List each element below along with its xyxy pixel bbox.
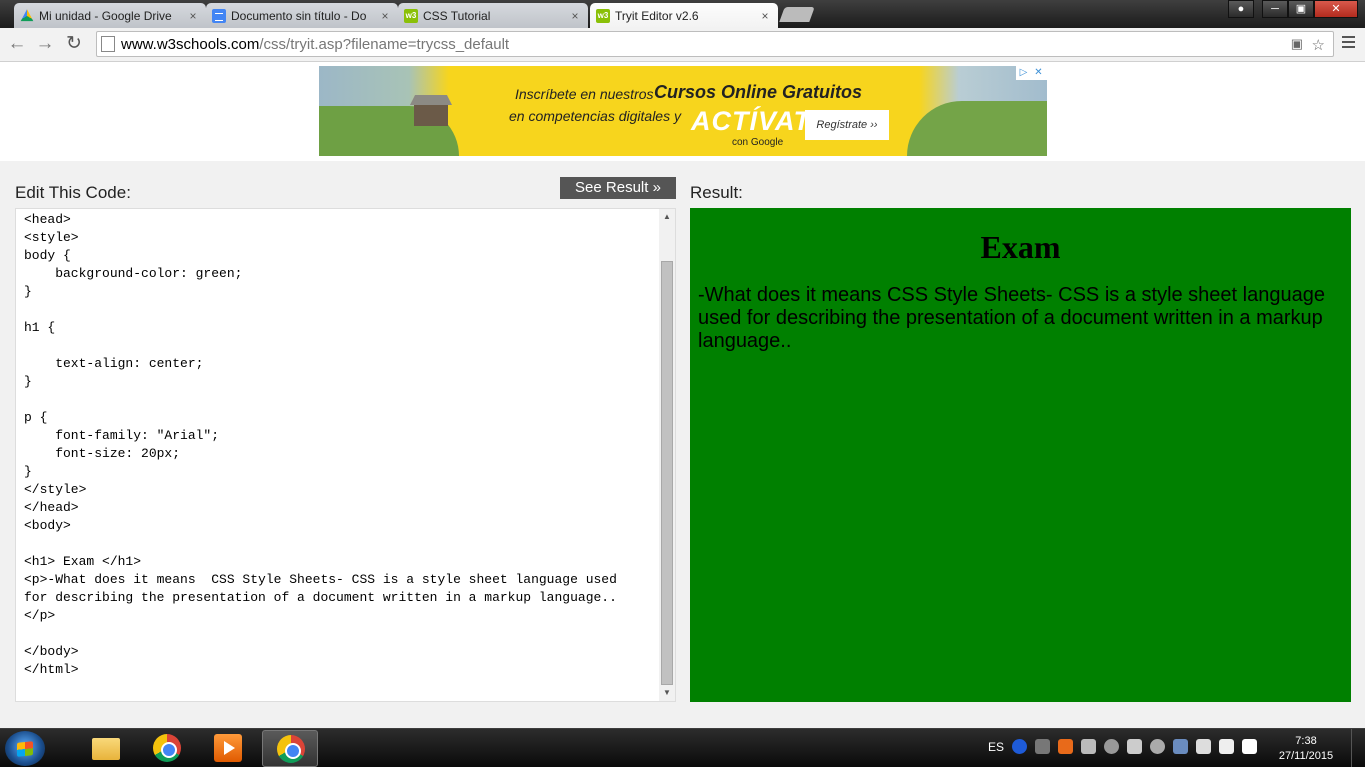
folder-icon xyxy=(92,738,120,760)
url-host: www.w3schools.com xyxy=(121,35,260,53)
app-tray-icon[interactable] xyxy=(1058,739,1074,754)
ad-banner[interactable]: Inscríbete en nuestros Cursos Online Gra… xyxy=(319,66,1047,156)
google-drive-icon xyxy=(20,9,34,22)
ad-close-icon[interactable]: ✕ xyxy=(1031,66,1046,80)
maximize-button[interactable]: ▣ xyxy=(1288,0,1314,18)
w3schools-icon: w3 xyxy=(404,8,418,23)
reload-icon[interactable]: ↻ xyxy=(62,33,86,57)
app-tray-icon-2[interactable] xyxy=(1127,739,1143,754)
ad-landscape-right xyxy=(907,101,1047,156)
show-desktop-button[interactable] xyxy=(1351,729,1365,767)
chrome-icon xyxy=(277,735,305,763)
windows-taskbar: ES 7:38 27/11/2015 xyxy=(0,728,1365,767)
edit-code-label: Edit This Code: xyxy=(15,183,131,202)
url-path: /css/tryit.asp?filename=trycss_default xyxy=(259,35,510,53)
media-player-icon xyxy=(214,734,242,762)
tab-google-docs[interactable]: Documento sin título - Do × xyxy=(206,3,398,28)
user-icon[interactable]: ● xyxy=(1228,0,1254,18)
volume-icon[interactable] xyxy=(1219,739,1235,754)
browser-tab-strip: Mi unidad - Google Drive × Documento sin… xyxy=(0,0,1365,29)
scroll-up-icon[interactable]: ▲ xyxy=(659,209,675,225)
address-bar[interactable]: www.w3schools.com/css/tryit.asp?filename… xyxy=(96,31,1334,57)
action-center-flag-icon[interactable] xyxy=(1242,739,1258,754)
clock-date: 27/11/2015 xyxy=(1278,750,1334,762)
system-tray: ES xyxy=(988,739,1258,754)
show-hidden-icons[interactable] xyxy=(1035,739,1051,754)
editor-scrollbar[interactable]: ▲ ▼ xyxy=(659,209,675,701)
devices-icon[interactable] xyxy=(1173,739,1189,754)
browser-toolbar: ← → ↻ www.w3schools.com/css/tryit.asp?fi… xyxy=(0,28,1365,62)
scrollbar-thumb[interactable] xyxy=(661,261,673,685)
back-icon[interactable]: ← xyxy=(5,33,29,57)
taskbar-explorer[interactable] xyxy=(78,730,134,767)
close-icon[interactable]: × xyxy=(378,9,392,23)
code-editor[interactable]: <head> <style> body { background-color: … xyxy=(15,208,676,702)
network-icon[interactable] xyxy=(1104,739,1120,754)
ad-register-button[interactable]: Regístrate ›› xyxy=(805,110,889,140)
bookmark-star-icon[interactable]: ☆ xyxy=(1312,36,1325,54)
taskbar-media-player[interactable] xyxy=(200,730,256,767)
close-window-button[interactable]: ✕ xyxy=(1314,0,1358,18)
ad-brand: con Google xyxy=(732,137,784,148)
result-paragraph: -What does it means CSS Style Sheets- CS… xyxy=(698,284,1325,352)
page-icon xyxy=(101,36,115,52)
code-textarea[interactable]: <head> <style> body { background-color: … xyxy=(24,211,664,699)
close-icon[interactable]: × xyxy=(758,9,772,23)
tab-tryit-editor[interactable]: w3 Tryit Editor v2.6 × xyxy=(590,3,778,29)
taskbar-clock[interactable]: 7:38 27/11/2015 xyxy=(1278,734,1334,764)
tab-title: Tryit Editor v2.6 xyxy=(615,9,699,23)
taskbar-chrome-pinned[interactable] xyxy=(139,730,195,767)
ad-text-highlight: Cursos Online Gratuitos xyxy=(654,82,863,102)
tab-title: CSS Tutorial xyxy=(423,8,491,23)
ad-text-line1: Inscríbete en nuestros xyxy=(515,86,654,102)
tab-title: Mi unidad - Google Drive xyxy=(39,8,172,23)
translate-icon[interactable]: ▣ xyxy=(1291,36,1303,52)
tab-title: Documento sin título - Do xyxy=(231,8,367,23)
see-result-button[interactable]: See Result » xyxy=(560,177,676,199)
language-indicator[interactable]: ES xyxy=(988,740,1004,754)
ad-text-line2: en competencias digitales y xyxy=(509,108,681,124)
chrome-icon xyxy=(153,734,181,762)
start-button[interactable] xyxy=(5,731,45,766)
close-icon[interactable]: × xyxy=(568,9,582,23)
ad-area: Inscríbete en nuestros Cursos Online Gra… xyxy=(0,62,1365,161)
clock-time: 7:38 xyxy=(1295,735,1317,747)
result-label: Result: xyxy=(690,183,743,202)
help-icon[interactable] xyxy=(1012,739,1028,754)
display-icon[interactable] xyxy=(1196,739,1212,754)
new-tab-button[interactable] xyxy=(779,7,815,22)
app-tray-icon-3[interactable] xyxy=(1150,739,1166,754)
menu-icon[interactable] xyxy=(1342,36,1355,48)
page-content: Inscríbete en nuestros Cursos Online Gra… xyxy=(0,62,1365,728)
result-frame: Exam -What does it means CSS Style Sheet… xyxy=(690,208,1351,702)
ad-choices[interactable]: ▷ ✕ xyxy=(1016,66,1047,80)
minimize-button[interactable]: ─ xyxy=(1262,0,1288,18)
scroll-down-icon[interactable]: ▼ xyxy=(659,685,675,701)
speaker-icon[interactable] xyxy=(1081,739,1097,754)
result-heading: Exam xyxy=(980,229,1061,265)
ad-choices-icon[interactable]: ▷ xyxy=(1016,66,1031,80)
close-icon[interactable]: × xyxy=(186,9,200,23)
tab-css-tutorial[interactable]: w3 CSS Tutorial × xyxy=(398,3,588,28)
ad-cabin xyxy=(414,104,448,126)
google-docs-icon xyxy=(212,8,226,23)
taskbar-chrome-active[interactable] xyxy=(262,730,318,767)
forward-icon[interactable]: → xyxy=(33,33,57,57)
w3schools-icon: w3 xyxy=(596,9,610,23)
tab-google-drive[interactable]: Mi unidad - Google Drive × xyxy=(14,3,206,28)
